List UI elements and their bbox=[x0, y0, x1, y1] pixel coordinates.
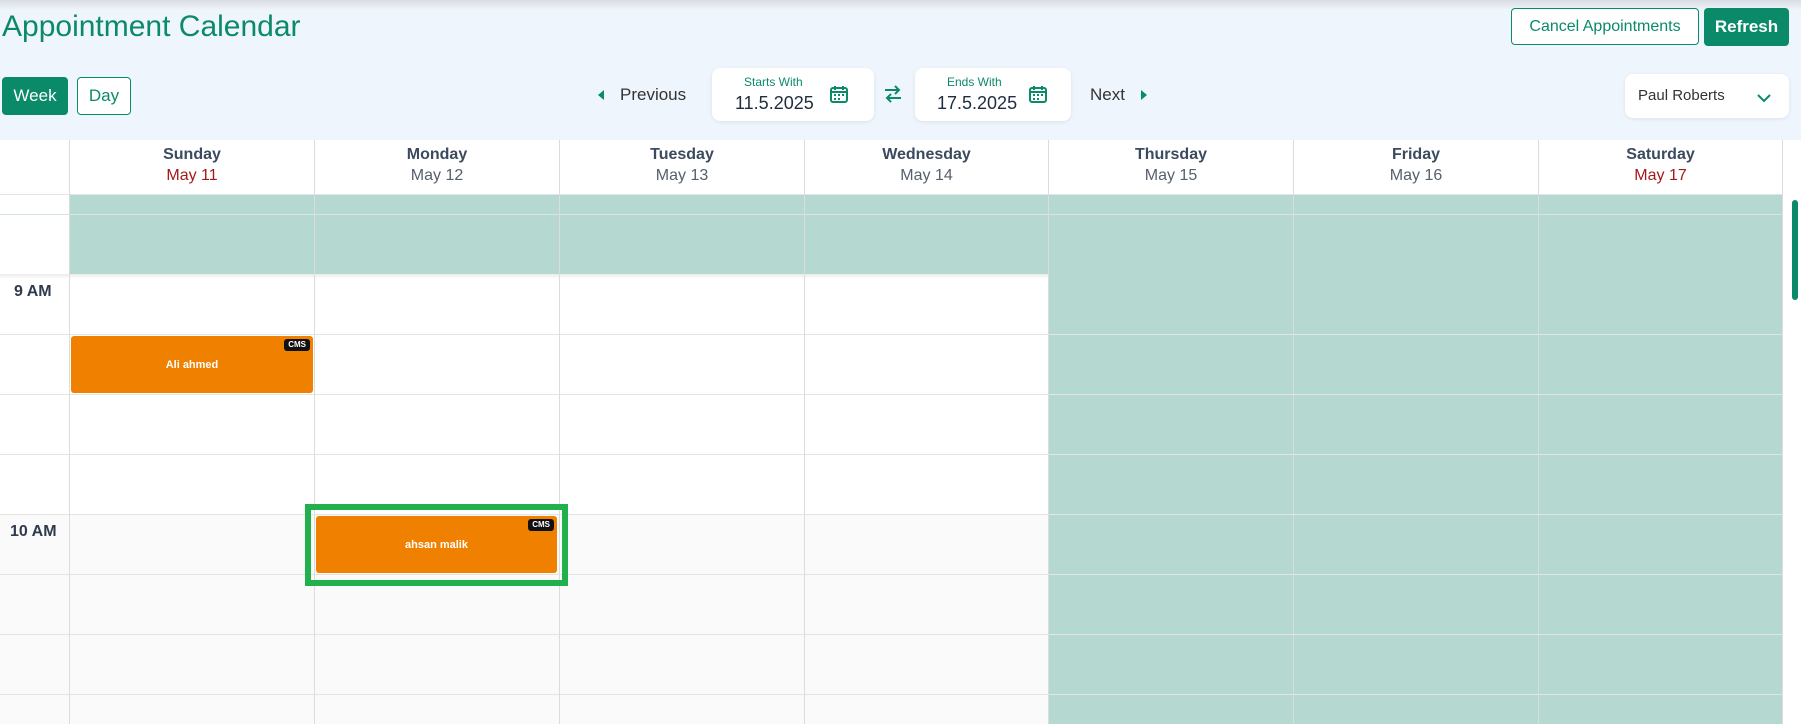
calendar-grid: Sunday May 11 Monday May 12 Tuesday May … bbox=[0, 140, 1783, 724]
unavailable-slot bbox=[70, 194, 1782, 214]
refresh-button[interactable]: Refresh bbox=[1704, 8, 1789, 46]
time-label-10am: 10 AM bbox=[10, 523, 57, 540]
day-header-sunday[interactable]: Sunday May 11 bbox=[69, 140, 314, 194]
unavailable-slot bbox=[1049, 274, 1782, 724]
col-divider bbox=[559, 140, 560, 724]
day-name: Saturday bbox=[1626, 146, 1695, 163]
start-date-field[interactable]: Starts With 11.5.2025 bbox=[712, 68, 874, 121]
start-date-value: 11.5.2025 bbox=[735, 93, 814, 113]
appointment-ali-ahmed[interactable]: Ali ahmed CMS bbox=[71, 336, 313, 393]
row-divider bbox=[0, 634, 1782, 635]
start-date-label: Starts With bbox=[744, 75, 803, 89]
previous-label: Previous bbox=[620, 85, 687, 104]
selection-highlight bbox=[305, 504, 568, 586]
col-divider bbox=[314, 140, 315, 724]
day-name: Wednesday bbox=[882, 146, 971, 163]
calendar-icon[interactable] bbox=[1028, 84, 1048, 109]
cancel-appointments-button[interactable]: Cancel Appointments bbox=[1511, 8, 1699, 45]
unavailable-slot bbox=[70, 215, 1782, 274]
day-date: May 14 bbox=[900, 167, 953, 184]
row-divider bbox=[0, 454, 1782, 455]
day-header-monday[interactable]: Monday May 12 bbox=[314, 140, 559, 194]
row-divider bbox=[0, 514, 1782, 515]
caret-left-icon bbox=[598, 90, 604, 100]
cms-badge: CMS bbox=[284, 339, 310, 351]
col-divider bbox=[69, 140, 70, 724]
end-date-field[interactable]: Ends With 17.5.2025 bbox=[915, 68, 1071, 121]
appointment-name: Ali ahmed bbox=[165, 358, 219, 371]
swap-dates-icon[interactable] bbox=[883, 84, 903, 109]
col-divider bbox=[1538, 140, 1539, 724]
chevron-down-icon bbox=[1757, 90, 1771, 108]
row-divider bbox=[0, 574, 1782, 575]
day-header-thursday[interactable]: Thursday May 15 bbox=[1048, 140, 1293, 194]
day-header-tuesday[interactable]: Tuesday May 13 bbox=[559, 140, 804, 194]
day-name: Friday bbox=[1391, 146, 1440, 163]
week-view-button[interactable]: Week bbox=[2, 77, 68, 115]
next-week-button[interactable]: Next bbox=[1090, 80, 1147, 110]
end-date-value: 17.5.2025 bbox=[937, 93, 1018, 113]
col-divider bbox=[1782, 140, 1783, 724]
row-divider bbox=[0, 334, 1782, 335]
day-date: May 16 bbox=[1389, 167, 1443, 184]
day-name: Tuesday bbox=[650, 146, 714, 163]
vertical-scrollbar[interactable] bbox=[1792, 200, 1798, 300]
end-date-label: Ends With bbox=[947, 75, 1002, 89]
caret-right-icon bbox=[1140, 90, 1147, 100]
day-date: May 13 bbox=[655, 167, 709, 184]
day-header-wednesday[interactable]: Wednesday May 14 bbox=[804, 140, 1048, 194]
row-divider bbox=[0, 694, 1782, 695]
previous-week-button[interactable]: Previous bbox=[598, 80, 686, 110]
day-date: May 11 bbox=[166, 167, 218, 184]
day-view-button[interactable]: Day bbox=[77, 77, 131, 115]
row-divider bbox=[0, 194, 1782, 195]
col-divider bbox=[804, 140, 805, 724]
day-date: May 12 bbox=[410, 167, 464, 184]
day-name: Thursday bbox=[1134, 146, 1207, 163]
next-label: Next bbox=[1090, 85, 1125, 104]
page-title: Appointment Calendar bbox=[2, 10, 301, 43]
time-label-9am: 9 AM bbox=[14, 283, 52, 300]
calendar-icon[interactable] bbox=[829, 84, 849, 109]
day-date: May 17 bbox=[1634, 167, 1687, 184]
day-name: Sunday bbox=[163, 146, 221, 163]
user-select[interactable]: Paul Roberts bbox=[1625, 74, 1789, 118]
day-date: May 15 bbox=[1144, 167, 1198, 184]
row-divider bbox=[0, 214, 1782, 215]
selected-user: Paul Roberts bbox=[1638, 87, 1725, 104]
row-divider bbox=[0, 394, 1782, 395]
day-header-saturday[interactable]: Saturday May 17 bbox=[1538, 140, 1782, 194]
col-divider bbox=[1293, 140, 1294, 724]
day-header-friday[interactable]: Friday May 16 bbox=[1293, 140, 1538, 194]
section-shadow bbox=[0, 274, 1049, 279]
col-divider bbox=[1048, 140, 1049, 724]
day-name: Monday bbox=[406, 146, 468, 163]
